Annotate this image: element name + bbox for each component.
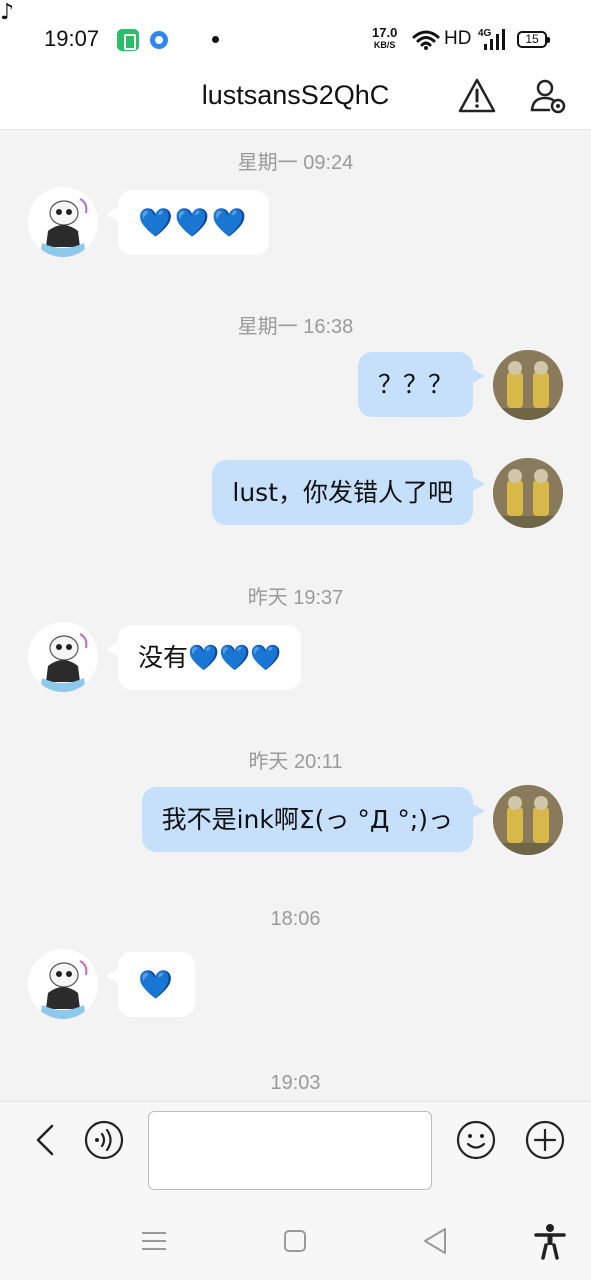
message-bubble-right[interactable]: 我不是ink啊Σ(っ °Д °;)っ <box>141 787 486 852</box>
accessibility-icon[interactable] <box>530 1221 570 1261</box>
avatar-self-image <box>493 785 563 855</box>
timestamp: 昨天 20:11 <box>248 751 343 773</box>
message-bubble-left[interactable]: 💙💙💙 <box>106 190 269 255</box>
user-settings-icon[interactable] <box>529 76 569 116</box>
net-speed-unit: KB/S <box>373 40 396 50</box>
avatar-self[interactable] <box>493 350 563 420</box>
status-bar: 19:07 ♪ 17.0 KB/S HD 4G 15 <box>0 0 591 70</box>
avatar-contact[interactable] <box>28 949 98 1019</box>
home-icon[interactable] <box>275 1221 315 1261</box>
menu-icon[interactable] <box>134 1221 174 1261</box>
network-type: 4G <box>478 28 492 39</box>
hd-indicator: HD <box>444 28 472 49</box>
back-triangle-icon[interactable] <box>415 1221 455 1261</box>
avatar-self-image <box>493 350 563 420</box>
chat-header: lustsansS2QhC <box>0 70 591 130</box>
avatar-contact-image <box>28 622 98 692</box>
warning-icon[interactable] <box>457 76 497 116</box>
avatar-contact[interactable] <box>28 187 98 257</box>
timestamp: 星期一 16:38 <box>237 316 354 338</box>
message-bubble-right[interactable]: lust，你发错人了吧 <box>212 460 485 525</box>
browser-icon <box>150 31 168 49</box>
avatar-contact[interactable] <box>28 622 98 692</box>
status-time: 19:07 <box>44 26 100 51</box>
dot-icon <box>212 36 219 43</box>
message-input[interactable] <box>148 1111 432 1190</box>
timestamp: 昨天 19:37 <box>247 587 344 609</box>
message-bubble-right[interactable]: ？？？ <box>357 352 486 417</box>
avatar-self[interactable] <box>493 785 563 855</box>
avatar-self[interactable] <box>493 458 563 528</box>
avatar-self-image <box>493 458 563 528</box>
wifi-icon <box>412 30 440 50</box>
signal-icon: 4G <box>478 28 505 50</box>
avatar-contact-image <box>28 187 98 257</box>
message-bubble-left[interactable]: 💙 <box>106 952 195 1017</box>
plus-icon[interactable] <box>525 1120 565 1160</box>
emoji-icon[interactable] <box>456 1120 496 1160</box>
system-nav-bar <box>0 1201 591 1280</box>
net-speed-value: 17.0 <box>372 25 398 40</box>
chat-title: lustsansS2QhC <box>201 80 390 110</box>
back-icon[interactable] <box>28 1120 68 1160</box>
battery-indicator: 15 <box>517 31 550 48</box>
timestamp: 18:06 <box>270 908 321 930</box>
avatar-contact-image <box>28 949 98 1019</box>
net-speed: 17.0 KB/S <box>372 25 398 51</box>
message-bubble-left[interactable]: 没有💙💙💙 <box>105 625 302 690</box>
voice-icon[interactable] <box>84 1120 124 1160</box>
battery-saver-icon <box>117 29 139 51</box>
timestamp: 19:03 <box>270 1072 321 1094</box>
timestamp: 星期一 09:24 <box>237 152 354 174</box>
tiktok-icon: ♪ <box>0 0 15 25</box>
input-bar <box>0 1101 591 1201</box>
